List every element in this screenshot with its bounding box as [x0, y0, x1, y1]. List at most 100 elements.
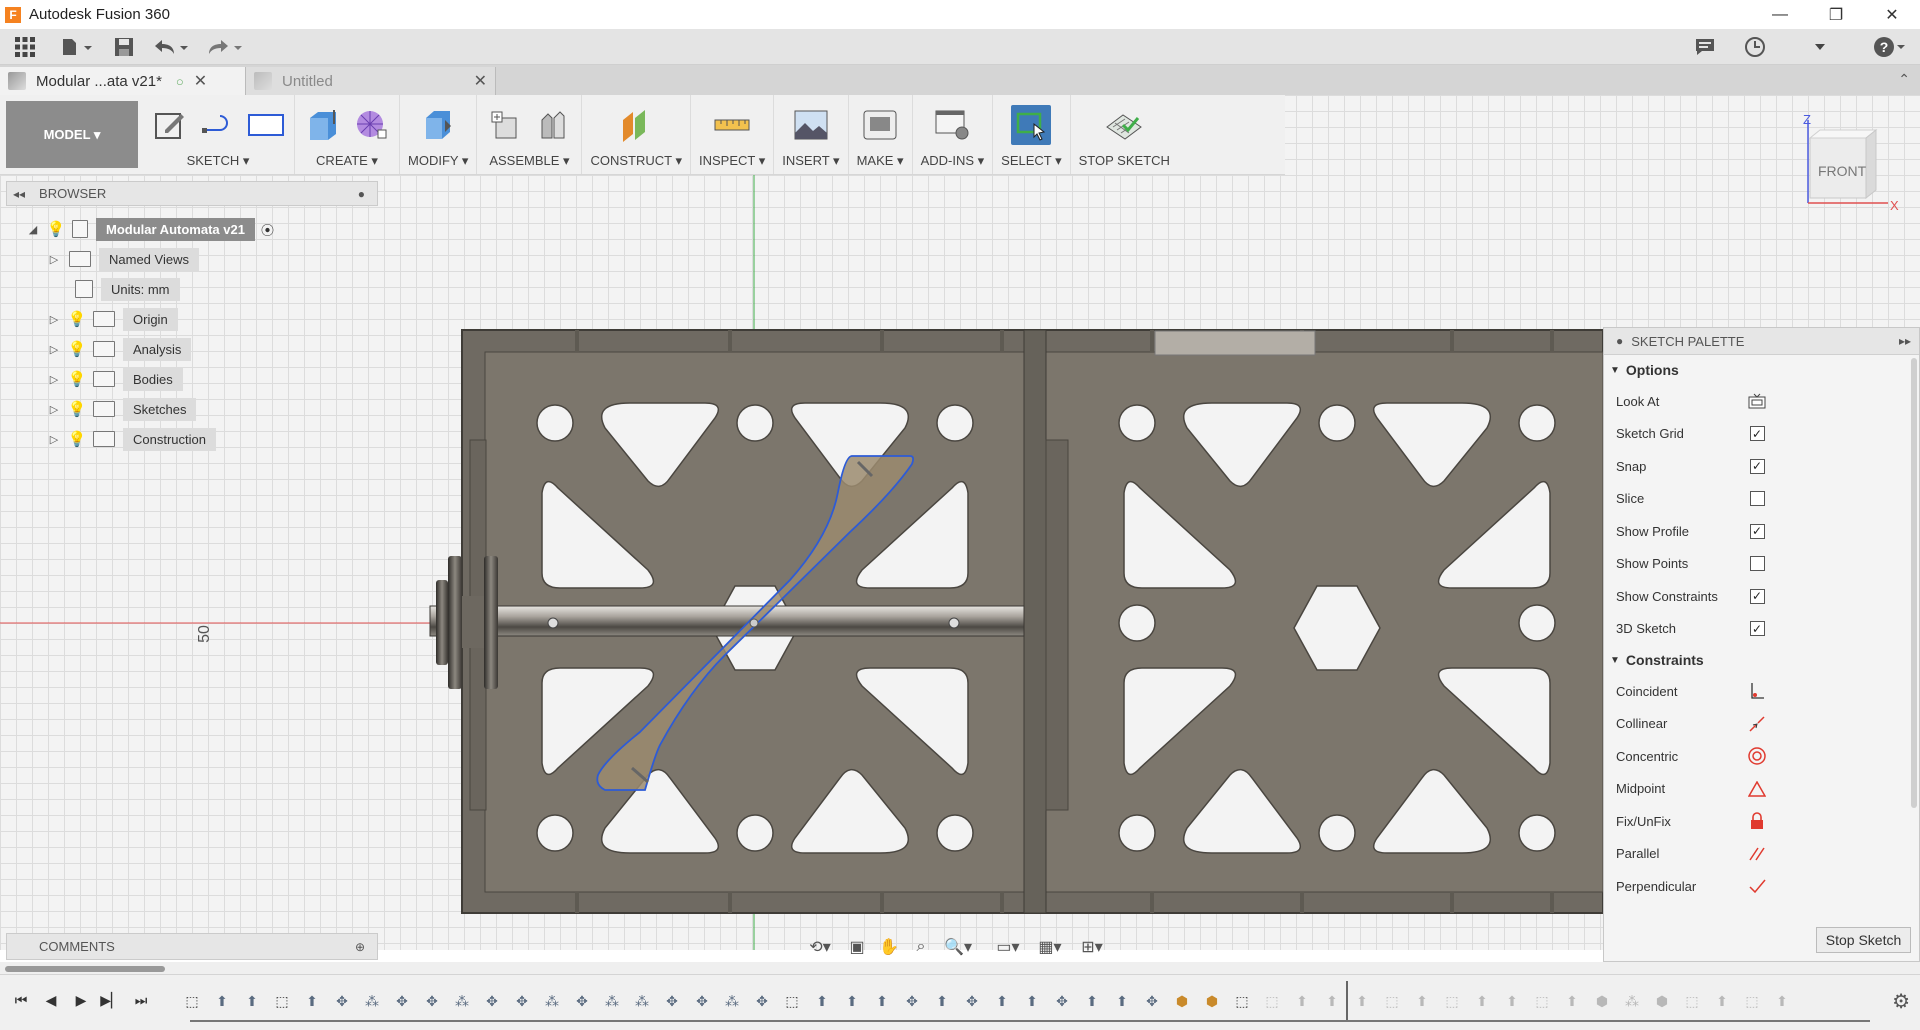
timeline-move-icon[interactable]: ✥: [390, 991, 414, 1011]
timeline-settings-gear-icon[interactable]: ⚙: [1892, 989, 1910, 1014]
comments-panel[interactable]: COMMENTS ⊕: [6, 933, 378, 960]
tree-root[interactable]: ◢ 💡 Modular Automata v21 ⦿: [26, 217, 274, 241]
timeline-suppressed-extrude-icon[interactable]: ⬆: [1470, 991, 1494, 1011]
constraint-concentric[interactable]: Concentric: [1604, 740, 1919, 773]
visibility-bulb-icon[interactable]: 💡: [47, 220, 66, 238]
timeline-extrude-icon[interactable]: ⬆: [930, 991, 954, 1011]
pan-hand-icon[interactable]: ✋: [874, 933, 904, 961]
go-to-start-icon[interactable]: ⏮: [10, 989, 32, 1011]
timeline-move-icon[interactable]: ✥: [690, 991, 714, 1011]
timeline-marker[interactable]: [1346, 981, 1348, 1021]
file-menu-icon[interactable]: [50, 29, 104, 65]
select-icon[interactable]: [1011, 105, 1052, 145]
tree-item-units[interactable]: Units: mm: [75, 277, 180, 301]
timeline-extrude-icon[interactable]: ⬆: [1020, 991, 1044, 1011]
timeline-sketch-icon[interactable]: ⬚: [270, 991, 294, 1011]
measure-icon[interactable]: [712, 105, 752, 145]
scripts-icon[interactable]: [932, 105, 972, 145]
timeline-pattern-icon[interactable]: ⁂: [450, 991, 474, 1011]
help-icon[interactable]: ?: [1860, 29, 1920, 65]
timeline-sketch-icon[interactable]: ⬚: [180, 991, 204, 1011]
timeline-extrude-icon[interactable]: ⬆: [1080, 991, 1104, 1011]
timeline-suppressed-extrude-icon[interactable]: ⬆: [1290, 991, 1314, 1011]
timeline-suppressed-extrude-icon[interactable]: ⬆: [1710, 991, 1734, 1011]
constraint-parallel[interactable]: Parallel: [1604, 838, 1919, 871]
collapse-ribbon-icon[interactable]: ⌃: [1898, 71, 1910, 88]
job-status-clock-icon[interactable]: [1730, 29, 1780, 65]
select-menu-label[interactable]: SELECT ▾: [1001, 153, 1061, 169]
timeline-extrude-icon[interactable]: ⬆: [810, 991, 834, 1011]
timeline-suppressed-sketch-icon[interactable]: ⬚: [1680, 991, 1704, 1011]
timeline-move-icon[interactable]: ✥: [510, 991, 534, 1011]
dimension-label[interactable]: 50: [196, 625, 214, 643]
timeline-sketch-icon[interactable]: ⬚: [780, 991, 804, 1011]
timeline-move-icon[interactable]: ✥: [660, 991, 684, 1011]
snap-checkbox[interactable]: ✓: [1749, 458, 1765, 474]
activate-radio-icon[interactable]: ⦿: [261, 220, 274, 239]
timeline-pattern-icon[interactable]: ⁂: [720, 991, 744, 1011]
look-at-nav-icon[interactable]: ▣: [842, 933, 872, 961]
parallel-icon[interactable]: [1748, 845, 1766, 863]
expand-arrow-icon[interactable]: ▷: [47, 342, 61, 356]
scroll-thumb[interactable]: [5, 966, 165, 972]
timeline-pattern-icon[interactable]: ⁂: [360, 991, 384, 1011]
play-icon[interactable]: ▶: [70, 989, 92, 1011]
orbit-icon[interactable]: ⟲▾: [800, 933, 840, 961]
visibility-bulb-icon[interactable]: 💡: [68, 430, 87, 448]
tree-item-origin[interactable]: ▷ 💡 Origin: [47, 307, 178, 331]
collapse-arrow-icon[interactable]: ◢: [26, 222, 40, 236]
timeline-suppressed-sketch-icon[interactable]: ⬚: [1740, 991, 1764, 1011]
timeline-extrude-icon[interactable]: ⬆: [840, 991, 864, 1011]
visibility-bulb-icon[interactable]: 💡: [68, 340, 87, 358]
go-to-end-icon[interactable]: ⏭: [130, 989, 152, 1011]
timeline-suppressed-joint-icon[interactable]: ⬢: [1650, 991, 1674, 1011]
timeline-move-icon[interactable]: ✥: [420, 991, 444, 1011]
addins-menu-label[interactable]: ADD-INS ▾: [921, 153, 985, 169]
tree-item-sketches[interactable]: ▷ 💡 Sketches: [47, 397, 197, 421]
inspect-menu-label[interactable]: INSPECT ▾: [699, 153, 765, 169]
modify-menu-label[interactable]: MODIFY ▾: [408, 153, 468, 169]
form-icon[interactable]: [351, 105, 391, 145]
extrude-icon[interactable]: [303, 105, 343, 145]
expand-arrow-icon[interactable]: ▷: [47, 312, 61, 326]
show-profile-checkbox[interactable]: ✓: [1749, 523, 1765, 539]
notifications-icon[interactable]: [1680, 29, 1730, 65]
concentric-icon[interactable]: [1748, 747, 1766, 765]
redo-icon[interactable]: [198, 29, 252, 65]
browser-pin-icon[interactable]: ●: [358, 187, 365, 201]
timeline-move-icon[interactable]: ✥: [1050, 991, 1074, 1011]
fit-zoom-icon[interactable]: 🔍▾: [938, 933, 978, 961]
press-pull-icon[interactable]: [418, 105, 458, 145]
sketch-palette-header[interactable]: ● SKETCH PALETTE ▸▸: [1604, 328, 1919, 355]
offset-plane-icon[interactable]: [616, 105, 656, 145]
timeline-suppressed-extrude-icon[interactable]: ⬆: [1350, 991, 1374, 1011]
timeline-move-icon[interactable]: ✥: [480, 991, 504, 1011]
timeline-suppressed-extrude-icon[interactable]: ⬆: [1560, 991, 1584, 1011]
tree-item-bodies[interactable]: ▷ 💡 Bodies: [47, 367, 183, 391]
undo-icon[interactable]: [144, 29, 198, 65]
timeline-suppressed-extrude-icon[interactable]: ⬆: [1320, 991, 1344, 1011]
rectangle-icon[interactable]: [246, 105, 286, 145]
timeline-pattern-icon[interactable]: ⁂: [540, 991, 564, 1011]
timeline-suppressed-sketch-icon[interactable]: ⬚: [1380, 991, 1404, 1011]
create-sketch-icon[interactable]: [150, 105, 190, 145]
close-window-button[interactable]: ✕: [1864, 0, 1920, 29]
create-menu-label[interactable]: CREATE ▾: [316, 153, 378, 169]
view-cube[interactable]: Z X FRONT: [1800, 110, 1900, 220]
show-constraints-checkbox[interactable]: ✓: [1749, 588, 1765, 604]
print-3d-icon[interactable]: [860, 105, 900, 145]
viewports-icon[interactable]: ⊞▾: [1072, 933, 1112, 961]
timeline-pattern-icon[interactable]: ⁂: [630, 991, 654, 1011]
timeline-extrude-icon[interactable]: ⬆: [870, 991, 894, 1011]
timeline-extrude-icon[interactable]: ⬆: [300, 991, 324, 1011]
coincident-icon[interactable]: [1748, 682, 1766, 700]
attached-canvas-icon[interactable]: [791, 105, 831, 145]
grid-settings-icon[interactable]: ▦▾: [1030, 933, 1070, 961]
assemble-menu-label[interactable]: ASSEMBLE ▾: [489, 153, 569, 169]
make-menu-label[interactable]: MAKE ▾: [857, 153, 904, 169]
viewcube-face-label[interactable]: FRONT: [1818, 163, 1866, 179]
timeline-suppressed-pattern-icon[interactable]: ⁂: [1620, 991, 1644, 1011]
save-icon[interactable]: [104, 29, 144, 65]
account-dropdown-icon[interactable]: [1780, 29, 1860, 65]
lock-icon[interactable]: [1748, 812, 1766, 830]
